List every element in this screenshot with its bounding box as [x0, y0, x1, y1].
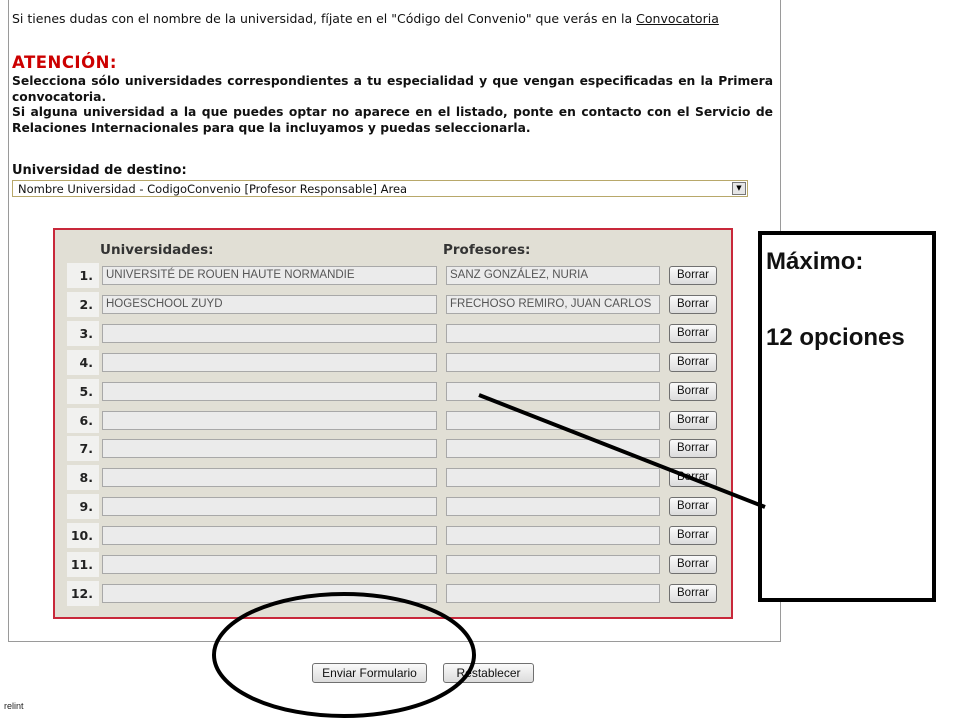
delete-button[interactable]: Borrar: [669, 468, 717, 488]
university-field[interactable]: [102, 381, 437, 401]
delete-button[interactable]: Borrar: [669, 583, 717, 603]
row-number: 6.: [67, 407, 99, 433]
delete-button[interactable]: Borrar: [669, 410, 717, 430]
delete-button[interactable]: Borrar: [669, 555, 717, 574]
footer-text: relint: [4, 701, 24, 711]
destino-select[interactable]: Nombre Universidad - CodigoConvenio [Pro…: [12, 180, 748, 197]
submit-button[interactable]: Enviar Formulario: [312, 663, 427, 683]
row-number: 4.: [67, 349, 99, 375]
row-number: 12.: [67, 580, 99, 606]
attention-title: ATENCIÓN:: [12, 53, 118, 72]
reset-button[interactable]: Restablecer: [443, 663, 534, 683]
professor-field[interactable]: SANZ GONZÁLEZ, NURIA: [446, 266, 660, 285]
row-number: 7.: [67, 436, 99, 462]
convocatoria-link[interactable]: Convocatoria: [636, 11, 719, 26]
row-number: 3.: [67, 320, 99, 346]
university-field[interactable]: UNIVERSITÉ DE ROUEN HAUTE NORMANDIE: [102, 266, 437, 285]
university-field[interactable]: [102, 352, 437, 372]
university-field[interactable]: [102, 410, 437, 430]
university-field[interactable]: [102, 583, 437, 603]
delete-button[interactable]: Borrar: [669, 352, 717, 372]
row-number: 11.: [67, 552, 99, 577]
intro-text: Si tienes dudas con el nombre de la univ…: [12, 11, 719, 26]
delete-button[interactable]: Borrar: [669, 526, 717, 546]
attention-line-2: Si alguna universidad a la que puedes op…: [12, 105, 773, 135]
university-field[interactable]: [102, 323, 437, 343]
destino-label: Universidad de destino:: [12, 163, 187, 178]
annotation-opciones: 12 opciones: [766, 324, 905, 351]
profesores-header: Profesores:: [443, 242, 531, 258]
professor-field[interactable]: [446, 381, 660, 401]
delete-button[interactable]: Borrar: [669, 266, 717, 285]
delete-button[interactable]: Borrar: [669, 294, 717, 314]
professor-field[interactable]: [446, 323, 660, 343]
professor-field[interactable]: [446, 468, 660, 488]
universidades-header: Universidades:: [100, 242, 214, 258]
university-field[interactable]: [102, 555, 437, 574]
row-number: 8.: [67, 465, 99, 491]
professor-field[interactable]: [446, 526, 660, 546]
row-number: 1.: [67, 263, 99, 288]
professor-field[interactable]: [446, 555, 660, 574]
annotation-box: [758, 231, 936, 602]
attention-line-1: Selecciona sólo universidades correspond…: [12, 74, 773, 104]
professor-field[interactable]: [446, 439, 660, 459]
professor-field[interactable]: [446, 352, 660, 372]
row-number: 2.: [67, 291, 99, 317]
university-field[interactable]: HOGESCHOOL ZUYD: [102, 294, 437, 314]
professor-field[interactable]: FRECHOSO REMIRO, JUAN CARLOS: [446, 294, 660, 314]
delete-button[interactable]: Borrar: [669, 439, 717, 459]
university-field[interactable]: [102, 497, 437, 517]
row-number: 10.: [67, 523, 99, 549]
delete-button[interactable]: Borrar: [669, 323, 717, 343]
professor-field[interactable]: [446, 497, 660, 517]
professor-field[interactable]: [446, 583, 660, 603]
attention-body: Selecciona sólo universidades correspond…: [12, 74, 773, 136]
destino-selected-value: Nombre Universidad - CodigoConvenio [Pro…: [18, 182, 408, 196]
selection-table: Universidades: Profesores: 1. UNIVERSITÉ …: [53, 228, 733, 619]
delete-button[interactable]: Borrar: [669, 497, 717, 517]
professor-field[interactable]: [446, 410, 660, 430]
university-field[interactable]: [102, 526, 437, 546]
row-number: 9.: [67, 494, 99, 520]
row-number: 5.: [67, 378, 99, 404]
delete-button[interactable]: Borrar: [669, 381, 717, 401]
university-field[interactable]: [102, 439, 437, 459]
dropdown-arrow-icon[interactable]: ▼: [732, 182, 746, 195]
annotation-maximo: Máximo:: [766, 248, 864, 275]
university-field[interactable]: [102, 468, 437, 488]
intro-sentence: Si tienes dudas con el nombre de la univ…: [12, 11, 637, 26]
